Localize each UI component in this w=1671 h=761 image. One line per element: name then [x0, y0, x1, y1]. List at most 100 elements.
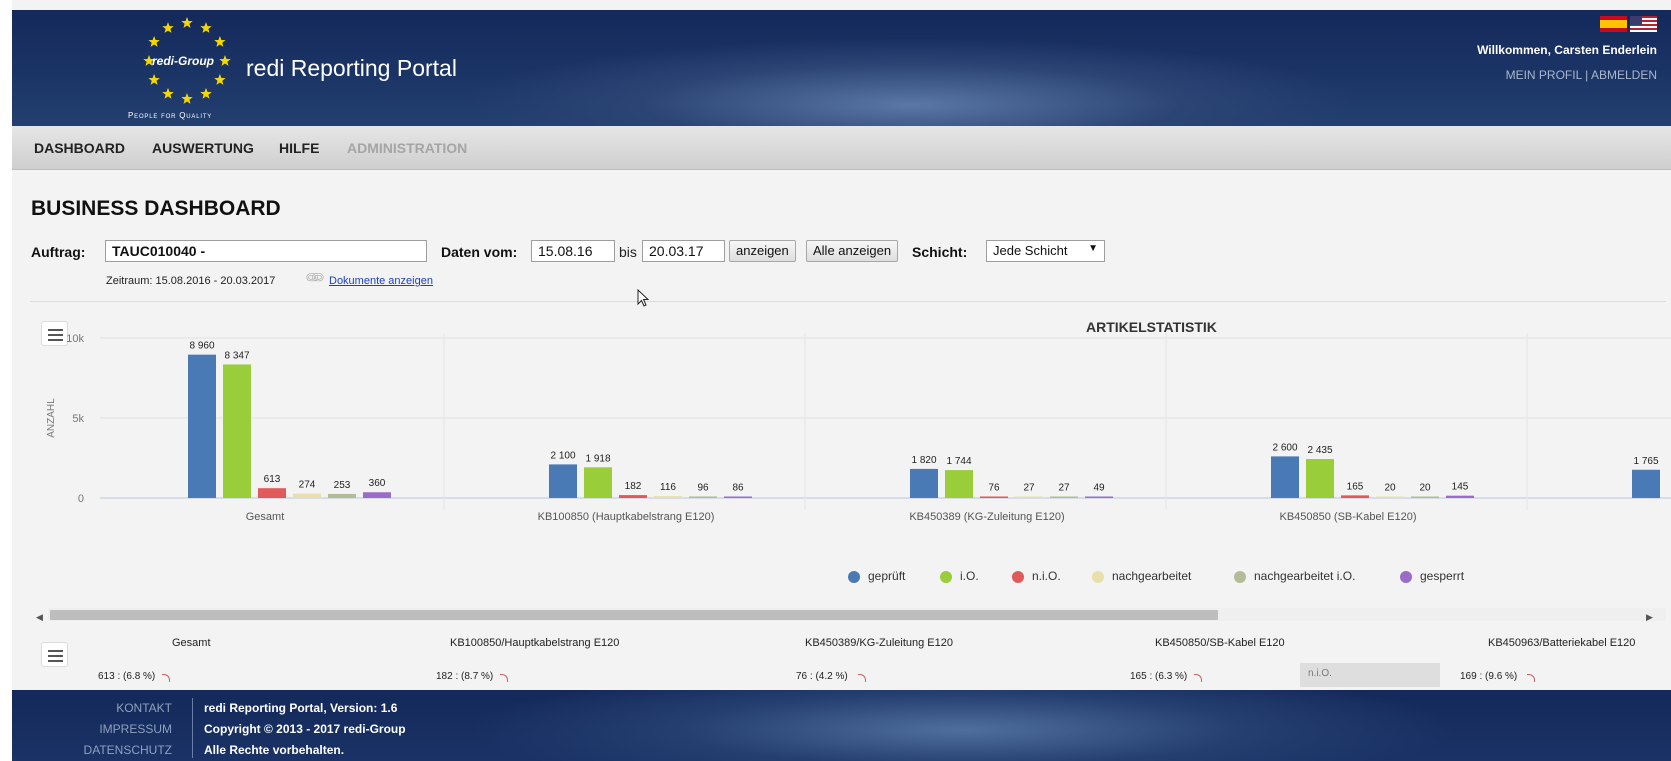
- star-icon: [181, 93, 193, 104]
- bar-chart: 0 5k 10k ANZAHL 8 960 8 347 613 274 253 360 Gesamt…: [46, 333, 1671, 523]
- bar-value-label: 165: [1347, 481, 1364, 492]
- legend-dot-icon: [1012, 571, 1024, 583]
- bar-value-label: 1 744: [946, 456, 971, 467]
- version-text: redi Reporting Portal, Version: 1.6: [204, 701, 398, 715]
- pie-connector-0: [162, 674, 170, 682]
- footer: KONTAKT IMPRESSUM DATENSCHUTZ redi Repor…: [12, 690, 1671, 761]
- star-icon: [200, 87, 212, 99]
- bar-value-label: 8 960: [189, 341, 214, 352]
- zeitraum-text: Zeitraum: 15.08.2016 - 20.03.2017: [106, 275, 276, 287]
- bar: [1376, 496, 1404, 498]
- my-profile-link[interactable]: MEIN PROFIL: [1506, 68, 1582, 82]
- bis-label: bis: [619, 244, 637, 260]
- nav-auswertung[interactable]: AUSWERTUNG: [152, 140, 254, 156]
- kontakt-link[interactable]: KONTAKT: [52, 698, 172, 719]
- legend-label: nachgearbeitet i.O.: [1254, 569, 1356, 583]
- bar: [724, 496, 752, 498]
- legend-label: i.O.: [960, 569, 979, 583]
- x-category-label: KB450850 (SB-Kabel E120): [1280, 511, 1417, 523]
- bar-value-label: 1 918: [585, 453, 610, 464]
- impressum-link[interactable]: IMPRESSUM: [52, 719, 172, 740]
- bar-value-label: 274: [299, 480, 316, 491]
- scroll-right-icon[interactable]: ▶: [1646, 612, 1653, 623]
- footer-links: KONTAKT IMPRESSUM DATENSCHUTZ: [52, 698, 172, 761]
- page-title: BUSINESS DASHBOARD: [31, 197, 281, 220]
- bar: [980, 496, 1008, 498]
- app-title: redi Reporting Portal: [246, 55, 457, 81]
- star-icon: [200, 22, 212, 33]
- bar-value-label: 145: [1452, 482, 1469, 493]
- daten-vom-label: Daten vom:: [441, 244, 518, 260]
- pie-label-2: 76 : (4.2 %): [796, 671, 848, 682]
- nav-hilfe[interactable]: HILFE: [279, 140, 319, 156]
- bar-value-label: 1 765: [1633, 456, 1658, 467]
- chart2-menu-button[interactable]: [41, 642, 68, 667]
- pie-category-0: Gesamt: [172, 637, 211, 649]
- bar-value-label: 2 600: [1272, 442, 1297, 453]
- bar-value-label: 2 100: [550, 450, 575, 461]
- paperclip-icon: 🔗︎: [303, 265, 328, 290]
- datenschutz-link[interactable]: DATENSCHUTZ: [52, 740, 172, 761]
- nav-dashboard[interactable]: DASHBOARD: [34, 140, 125, 156]
- welcome-text: Willkommen, Carsten Enderlein: [1477, 43, 1657, 57]
- logo-tagline: People for Quality: [128, 111, 213, 120]
- pie-category-3: KB450850/SB-Kabel E120: [1155, 637, 1285, 649]
- main-nav: DASHBOARD AUSWERTUNG HILFE ADMINISTRATIO…: [12, 126, 1671, 170]
- bar-value-label: 2 435: [1307, 445, 1332, 456]
- legend-dot-icon: [940, 571, 952, 583]
- y-axis-label: ANZAHL: [46, 398, 57, 438]
- nav-administration: ADMINISTRATION: [347, 140, 468, 156]
- scroll-left-icon[interactable]: ◀: [36, 612, 43, 623]
- bar: [619, 495, 647, 498]
- date-from-input[interactable]: 15.08.16: [531, 240, 615, 262]
- bar-value-label: 116: [660, 482, 676, 493]
- alle-anzeigen-button[interactable]: Alle anzeigen: [806, 240, 899, 262]
- logout-link[interactable]: ABMELDEN: [1591, 68, 1657, 82]
- bar: [223, 364, 251, 498]
- legend-label: gesperrt: [1420, 569, 1465, 583]
- tooltip: n.i.O.: [1300, 663, 1440, 687]
- pie-connector-2: [858, 674, 866, 682]
- bar-value-label: 182: [625, 481, 642, 492]
- spanish-flag-icon[interactable]: [1600, 16, 1627, 32]
- header: redi-Group People for Quality redi Repor…: [12, 10, 1671, 126]
- pie-category-1: KB100850/Hauptkabelstrang E120: [450, 637, 620, 649]
- page: redi-Group People for Quality redi Repor…: [0, 0, 1671, 761]
- bar: [1050, 496, 1078, 498]
- separator: |: [1585, 68, 1589, 82]
- bar-value-label: 253: [334, 480, 351, 491]
- bar: [188, 354, 216, 498]
- schicht-select[interactable]: Jede Schicht ▼: [986, 240, 1105, 262]
- auftrag-label: Auftrag:: [31, 244, 86, 260]
- rights-text: Alle Rechte vorbehalten.: [204, 743, 345, 757]
- profile-links: MEIN PROFIL | ABMELDEN: [1506, 68, 1657, 82]
- bar-value-label: 27: [1023, 483, 1035, 494]
- dokumente-link[interactable]: Dokumente anzeigen: [329, 275, 433, 287]
- divider: [30, 301, 1666, 302]
- pie-connector-4: [1527, 674, 1535, 682]
- bar-value-label: 360: [369, 478, 386, 489]
- language-flags: [1600, 16, 1657, 32]
- y-tick-label: 5k: [72, 413, 84, 425]
- anzeigen-button[interactable]: anzeigen: [729, 240, 796, 262]
- bar-value-label: 20: [1419, 483, 1431, 494]
- legend-label: nachgearbeitet: [1112, 569, 1192, 583]
- bar: [363, 492, 391, 498]
- legend-label: geprüft: [868, 569, 906, 583]
- pie-label-0: 613 : (6.8 %): [98, 671, 156, 682]
- bar-value-label: 96: [697, 482, 709, 493]
- bar: [1446, 495, 1474, 498]
- scrollbar-thumb[interactable]: [50, 610, 1218, 620]
- logo-brand: redi-Group: [152, 54, 214, 68]
- mouse-cursor-icon: [637, 289, 650, 307]
- us-flag-icon[interactable]: [1630, 16, 1657, 32]
- auftrag-input[interactable]: TAUC010040 -: [105, 240, 427, 262]
- legend-dot-icon: [1400, 571, 1412, 583]
- date-to-input[interactable]: 20.03.17: [642, 240, 725, 262]
- footer-info: redi Reporting Portal, Version: 1.6 Copy…: [204, 698, 406, 761]
- eu-stars-logo: redi-Group: [143, 17, 231, 104]
- star-icon: [214, 36, 226, 47]
- bar: [1411, 496, 1439, 498]
- copyright-text: Copyright © 2013 - 2017 redi-Group: [204, 722, 406, 736]
- bar: [584, 467, 612, 498]
